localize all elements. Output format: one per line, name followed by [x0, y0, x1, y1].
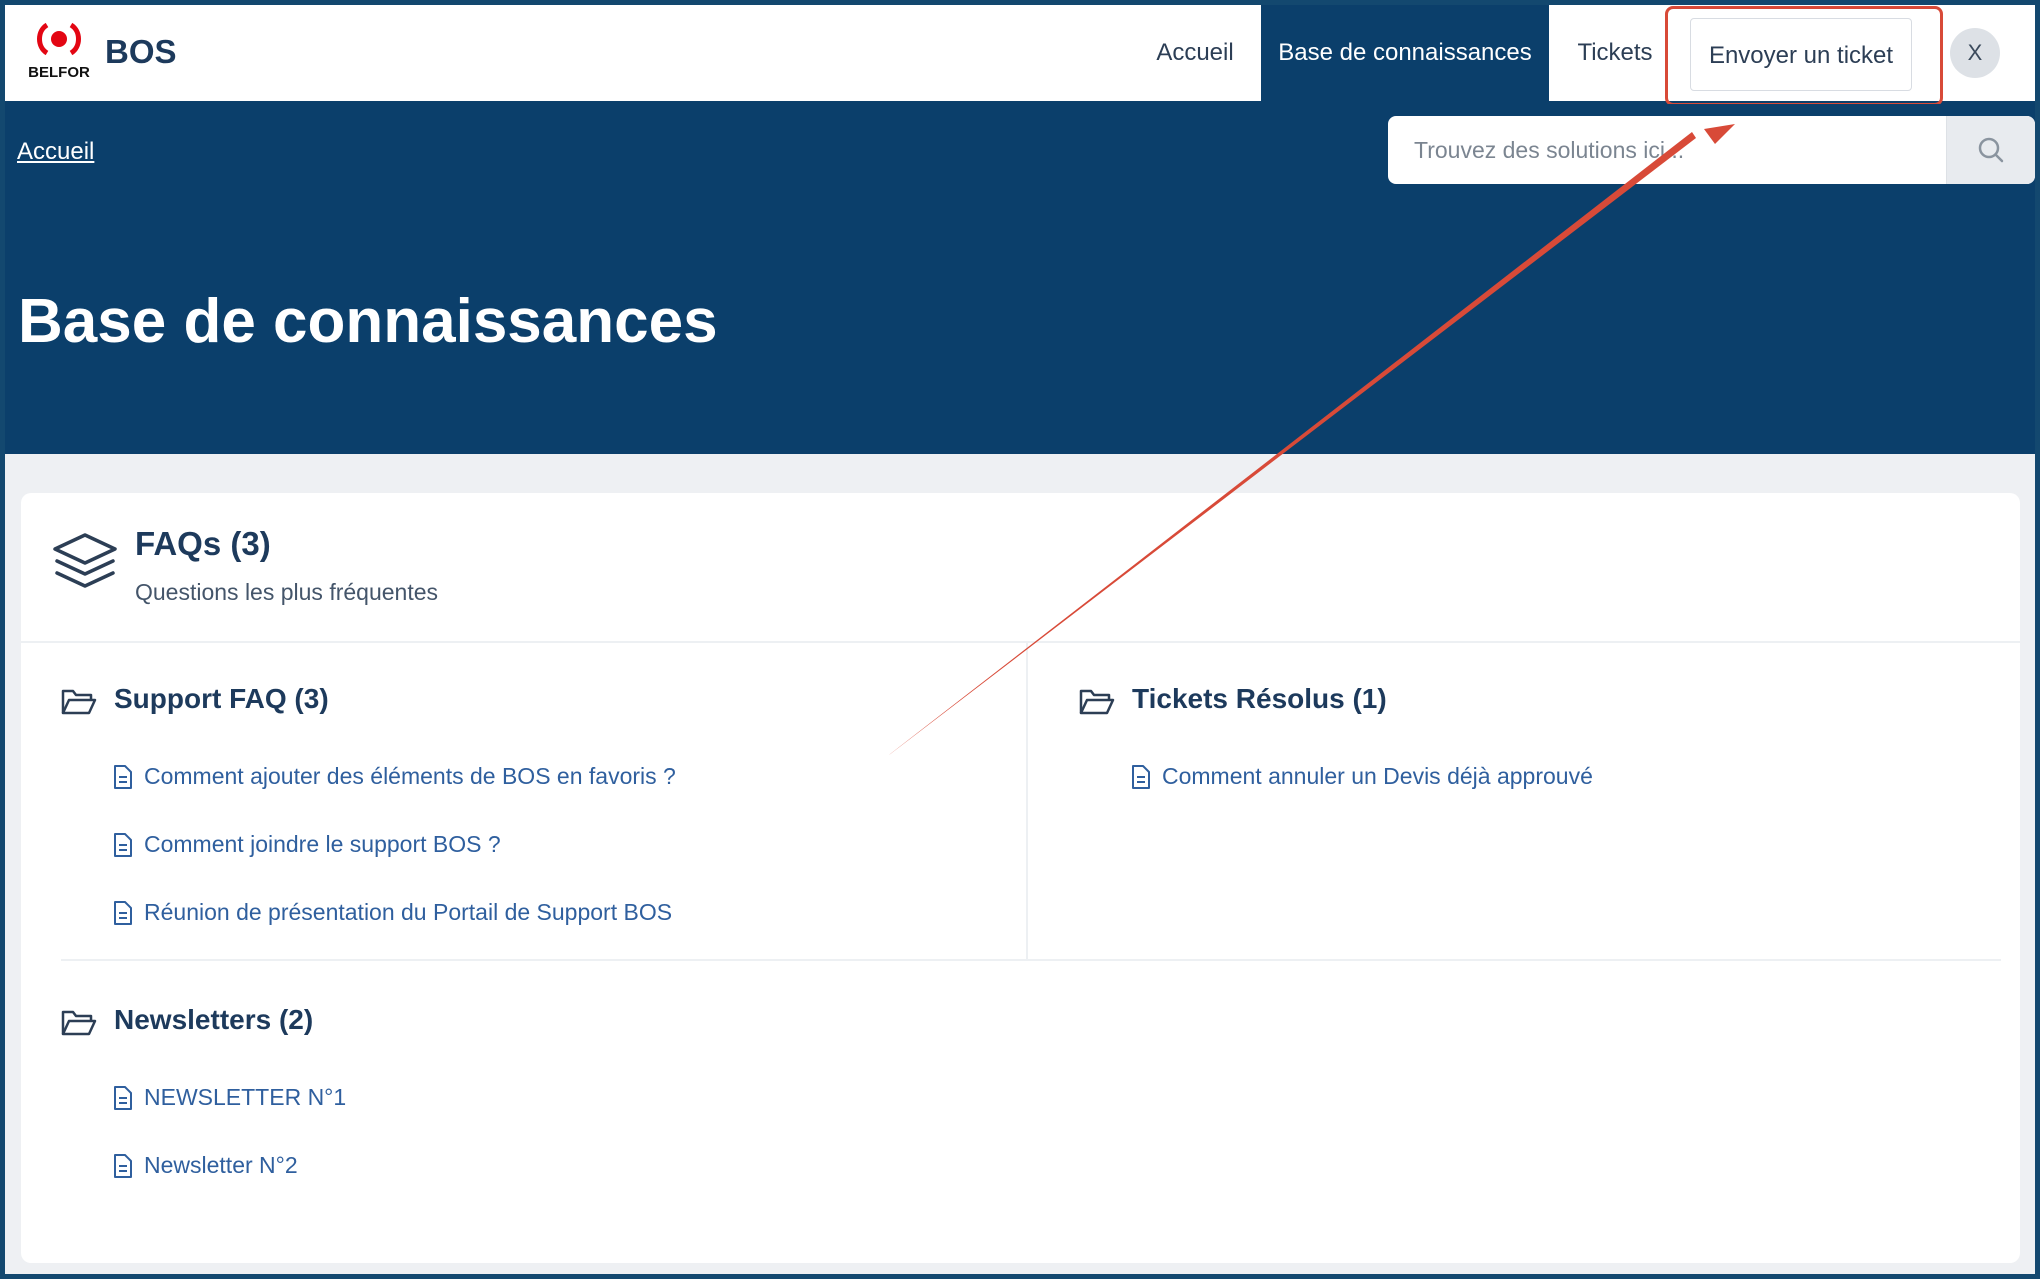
- document-icon: [114, 765, 132, 789]
- document-icon: [114, 1086, 132, 1110]
- article-link[interactable]: Newsletter N°2: [144, 1152, 298, 1179]
- document-icon: [1132, 765, 1150, 789]
- layers-icon: [53, 533, 117, 588]
- article-link[interactable]: Comment ajouter des éléments de BOS en f…: [144, 763, 676, 790]
- browser-page: BELFOR BOS Accueil Base de connaissances…: [5, 5, 2035, 1274]
- svg-text:BELFOR: BELFOR: [28, 64, 90, 81]
- card-header-divider: [21, 641, 2020, 643]
- folder-title[interactable]: Tickets Résolus (1): [1132, 683, 1387, 715]
- faq-section-title[interactable]: FAQs (3): [135, 525, 271, 563]
- search-input[interactable]: [1388, 116, 1945, 184]
- folder-open-icon: [1079, 689, 1115, 715]
- user-avatar[interactable]: X: [1950, 28, 2000, 78]
- top-navbar: BELFOR BOS Accueil Base de connaissances…: [5, 5, 2035, 106]
- app-name[interactable]: BOS: [105, 33, 177, 71]
- hero-banner: Accueil Base de connaissances: [5, 104, 2035, 454]
- document-icon: [114, 901, 132, 925]
- faq-card: FAQs (3) Questions les plus fréquentes S…: [21, 493, 2020, 1263]
- breadcrumb-home-link[interactable]: Accueil: [17, 138, 94, 166]
- folder-open-icon: [61, 1010, 97, 1036]
- article-link[interactable]: Comment annuler un Devis déjà approuvé: [1162, 763, 1593, 790]
- folder-open-icon: [61, 689, 97, 715]
- column-divider: [1026, 643, 1028, 959]
- nav-tickets-link[interactable]: Tickets: [1565, 5, 1665, 104]
- folder-title[interactable]: Support FAQ (3): [114, 683, 329, 715]
- search-icon: [1978, 137, 2004, 163]
- search-bar: [1388, 116, 2035, 184]
- article-link[interactable]: NEWSLETTER N°1: [144, 1084, 346, 1111]
- document-icon: [114, 1154, 132, 1178]
- article-link[interactable]: Réunion de présentation du Portail de Su…: [144, 899, 672, 926]
- nav-home-link[interactable]: Accueil: [1135, 5, 1255, 104]
- folder-title[interactable]: Newsletters (2): [114, 1004, 313, 1036]
- nav-knowledge-base-link[interactable]: Base de connaissances: [1261, 5, 1549, 104]
- search-button[interactable]: [1946, 116, 2035, 184]
- faq-section-subtitle: Questions les plus fréquentes: [135, 579, 439, 605]
- belfor-logo[interactable]: BELFOR: [22, 19, 96, 85]
- row-divider: [61, 959, 2001, 961]
- article-link[interactable]: Comment joindre le support BOS ?: [144, 831, 501, 858]
- document-icon: [114, 833, 132, 857]
- send-ticket-button[interactable]: Envoyer un ticket: [1690, 18, 1912, 91]
- page-title: Base de connaissances: [18, 287, 718, 356]
